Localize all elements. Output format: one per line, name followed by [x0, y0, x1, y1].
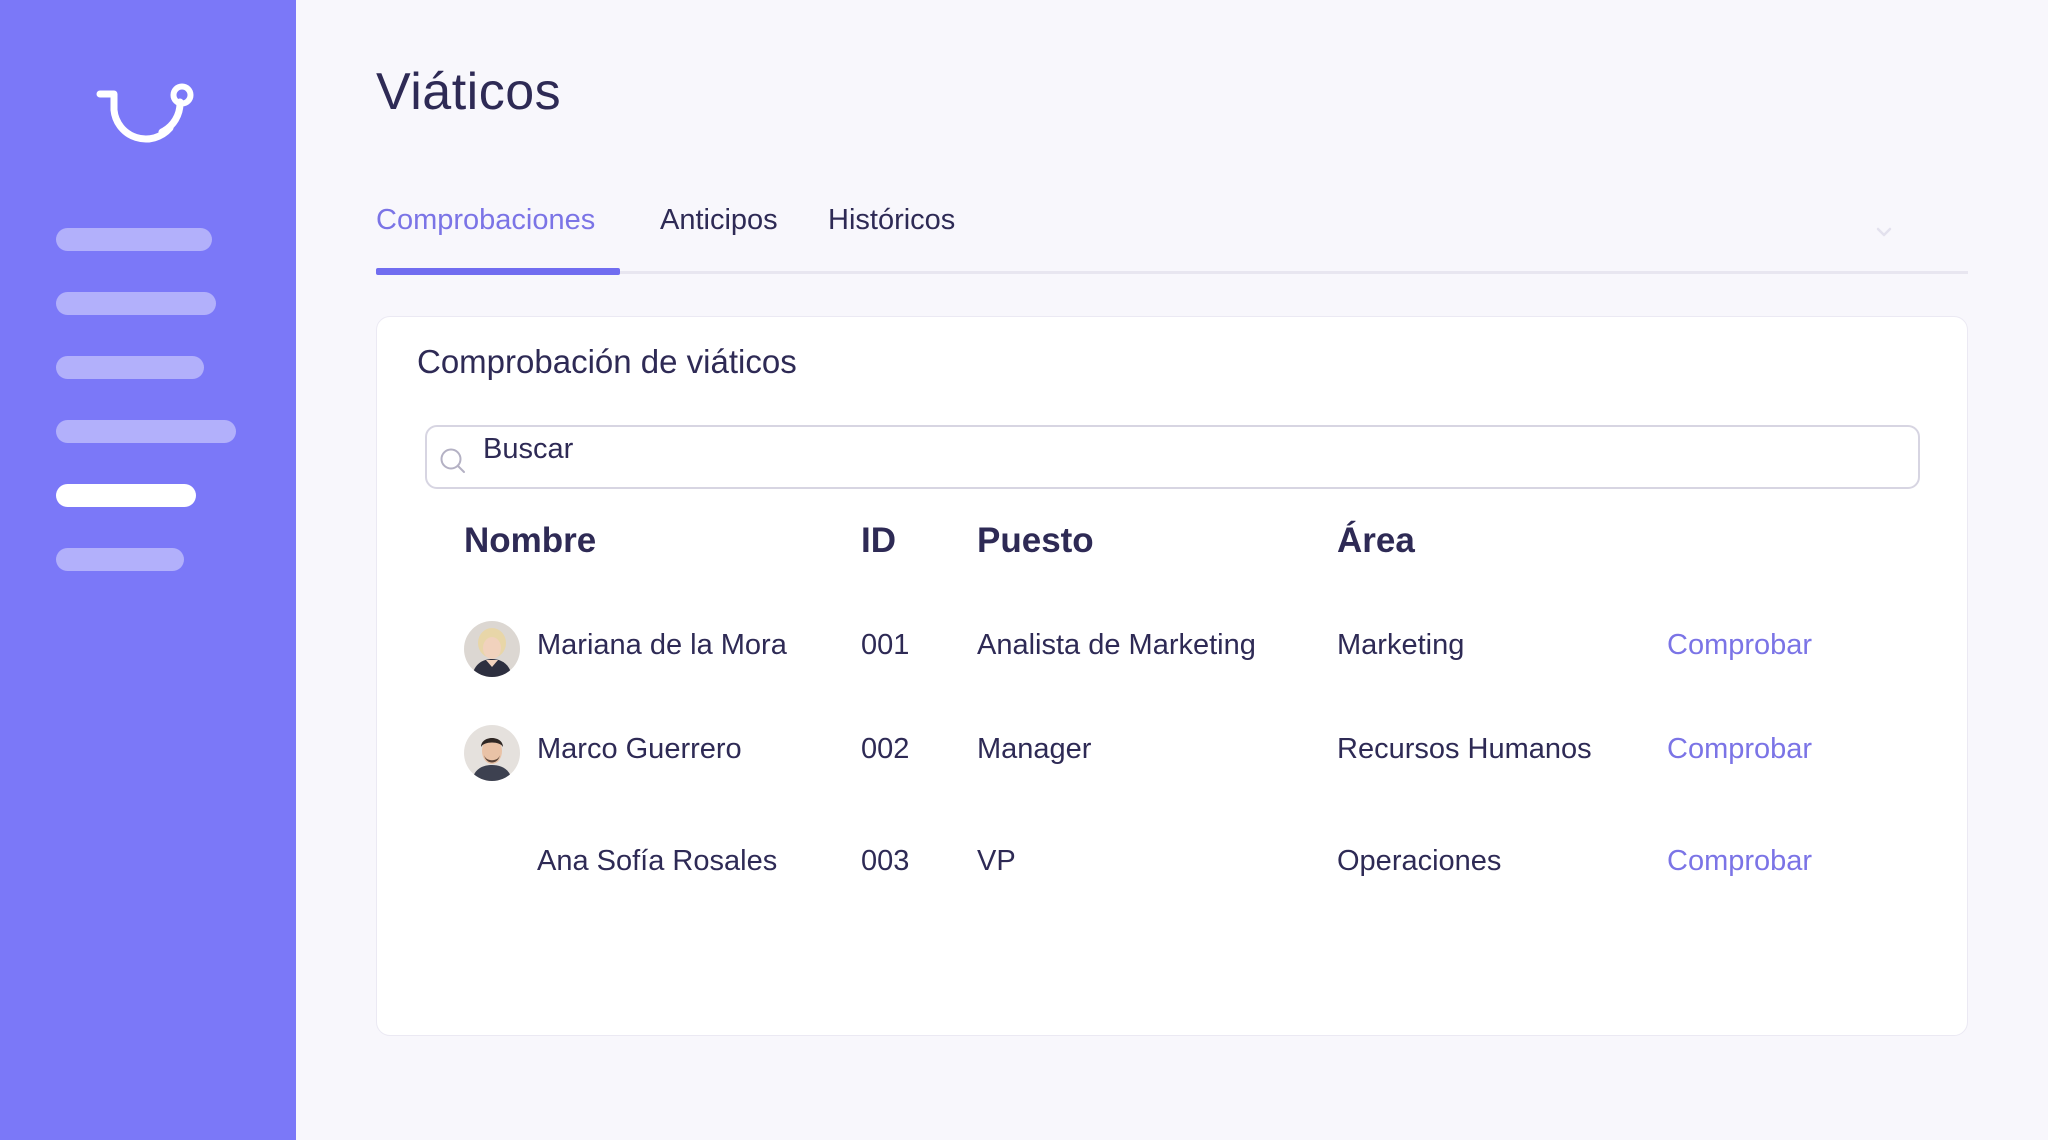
comprobar-link[interactable]: Comprobar — [1667, 629, 1812, 662]
female-avatar — [464, 621, 520, 677]
row-name: Marco Guerrero — [537, 733, 742, 765]
column-header-position[interactable]: Puesto — [977, 521, 1094, 561]
tab-anticipos[interactable]: Anticipos — [660, 204, 778, 237]
row-id: 002 — [861, 733, 910, 765]
tab-bar: Comprobaciones Anticipos Históricos — [376, 196, 1968, 276]
comprobar-link[interactable]: Comprobar — [1667, 733, 1812, 766]
search-box[interactable] — [425, 425, 1920, 489]
expenses-card: Comprobación de viáticos Nombre ID Puest… — [376, 316, 1968, 1036]
row-position: Analista de Marketing — [977, 629, 1256, 661]
active-tab-indicator — [376, 268, 620, 275]
tab-comprobaciones[interactable]: Comprobaciones — [376, 204, 595, 237]
table-row: Ana Sofía Rosales 003 VP Operaciones Com… — [377, 825, 1967, 905]
row-id: 003 — [861, 845, 910, 877]
sidebar-item-6[interactable] — [56, 548, 184, 571]
table-row: Mariana de la Mora 001 Analista de Marke… — [377, 609, 1967, 689]
row-position: Manager — [977, 733, 1092, 765]
logo-icon — [96, 83, 194, 143]
column-header-name[interactable]: Nombre — [464, 521, 596, 561]
search-input[interactable] — [483, 429, 1903, 469]
sidebar-item-3[interactable] — [56, 356, 204, 379]
sidebar-item-1[interactable] — [56, 228, 212, 251]
chevron-down-icon[interactable] — [1872, 220, 1896, 244]
tab-historicos[interactable]: Históricos — [828, 204, 955, 237]
row-area: Marketing — [1337, 629, 1465, 661]
sidebar-item-5-active[interactable] — [56, 484, 196, 507]
column-header-area[interactable]: Área — [1337, 521, 1415, 561]
column-header-id[interactable]: ID — [861, 521, 896, 561]
sidebar — [0, 0, 296, 1140]
row-area: Recursos Humanos — [1337, 733, 1592, 765]
row-id: 001 — [861, 629, 910, 661]
page-title: Viáticos — [376, 63, 562, 121]
search-icon — [440, 448, 465, 473]
table-row: Marco Guerrero 002 Manager Recursos Huma… — [377, 713, 1967, 793]
row-name: Ana Sofía Rosales — [537, 845, 778, 877]
row-position: VP — [977, 845, 1016, 877]
row-name: Mariana de la Mora — [537, 629, 787, 661]
row-area: Operaciones — [1337, 845, 1502, 877]
sidebar-item-4[interactable] — [56, 420, 236, 443]
sidebar-item-2[interactable] — [56, 292, 216, 315]
male-avatar — [464, 725, 520, 781]
comprobar-link[interactable]: Comprobar — [1667, 845, 1812, 878]
card-title: Comprobación de viáticos — [417, 343, 797, 380]
main-content: Viáticos Comprobaciones Anticipos Histór… — [296, 0, 2048, 1140]
